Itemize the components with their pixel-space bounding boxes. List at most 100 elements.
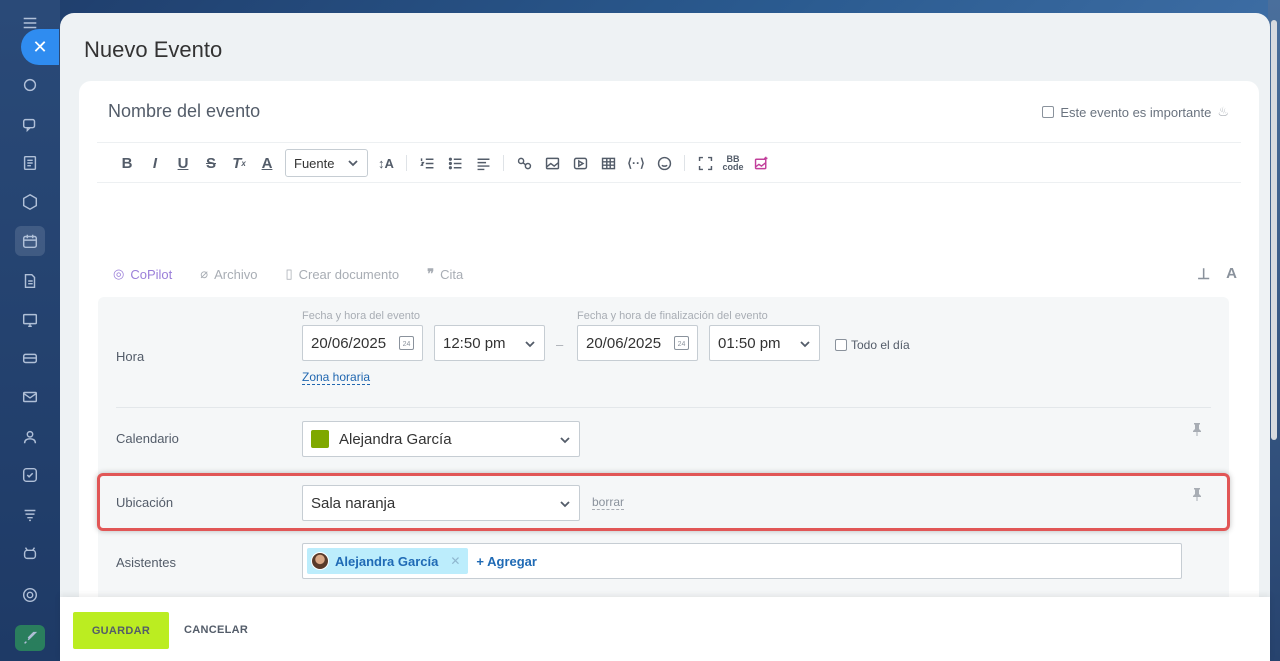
event-slider-panel: Nuevo Evento Nombre del evento Este even… [60, 13, 1270, 661]
text-format-icon[interactable]: A [1226, 265, 1237, 283]
strikethrough-button[interactable]: S [197, 149, 225, 177]
important-checkbox[interactable] [1042, 106, 1055, 118]
pin-icon[interactable]: ⊥ [1197, 265, 1210, 283]
table-button[interactable] [594, 149, 622, 177]
editor-toolbar: B I U S Tx A Fuente ↕A ⟨··⟩ BB code [113, 149, 775, 177]
attendees-field[interactable]: Alejandra García ✕ + Agregar [302, 543, 1182, 579]
calendar-color-swatch [311, 430, 329, 448]
divider [97, 182, 1241, 183]
underline-button[interactable]: U [169, 149, 197, 177]
toolbar-separator [503, 155, 504, 171]
chevron-down-icon [524, 337, 536, 349]
documents-icon[interactable] [19, 270, 41, 292]
clear-format-button[interactable]: Tx [225, 149, 253, 177]
start-datetime-label: Fecha y hora del evento [302, 310, 421, 322]
chat-icon[interactable] [19, 114, 41, 136]
row-divider [116, 407, 1211, 408]
italic-button[interactable]: I [141, 149, 169, 177]
add-attendee-button[interactable]: + Agregar [476, 554, 537, 569]
time-range-dash: – [556, 337, 564, 352]
marketplace-icon[interactable] [19, 542, 41, 564]
toolbar-separator [684, 155, 685, 171]
font-size-button[interactable]: ↕A [372, 149, 400, 177]
attendee-name: Alejandra García [335, 553, 439, 569]
automation-icon[interactable] [19, 504, 41, 526]
shop-icon[interactable] [19, 347, 41, 369]
form-footer: GUARDAR CANCELAR [60, 597, 1270, 661]
file-button[interactable]: ⌀ Archivo [200, 266, 257, 282]
align-button[interactable] [469, 149, 497, 177]
calendar-icon: 24 [674, 336, 689, 350]
start-time-select[interactable]: 12:50 pm [434, 325, 545, 361]
pin-icon[interactable] [1190, 422, 1204, 439]
chevron-down-icon [347, 157, 359, 169]
cancel-button[interactable]: CANCELAR [184, 624, 248, 636]
font-select-value: Fuente [294, 155, 335, 171]
quote-button[interactable]: ❞ Cita [427, 266, 463, 282]
image-button[interactable] [538, 149, 566, 177]
all-day-label: Todo el día [851, 338, 910, 352]
emoji-button[interactable] [650, 149, 678, 177]
end-datetime-label: Fecha y hora de finalización del evento [577, 310, 768, 322]
location-highlight-frame [97, 473, 1230, 531]
page-title: Nuevo Evento [84, 37, 223, 62]
timezone-link[interactable]: Zona horaria [302, 370, 371, 385]
close-slider-button[interactable]: ✕ [21, 29, 59, 65]
tasks-icon[interactable] [19, 464, 41, 486]
calendar-select[interactable]: Alejandra García [302, 421, 580, 457]
document-icon: ▯ [285, 266, 293, 281]
fullscreen-button[interactable] [691, 149, 719, 177]
attach-right-tools: ⊥ A [1197, 265, 1237, 283]
time-label: Hora [116, 349, 145, 364]
chevron-down-icon [799, 337, 811, 349]
copilot-icon[interactable] [19, 74, 41, 96]
video-button[interactable] [566, 149, 594, 177]
rocket-icon[interactable] [15, 625, 45, 651]
end-date-field[interactable]: 20/06/2025 24 [577, 325, 698, 361]
settings-icon[interactable] [19, 584, 41, 606]
create-document-button[interactable]: ▯ Crear documento [285, 266, 399, 282]
bulleted-list-button[interactable] [441, 149, 469, 177]
start-date-field[interactable]: 20/06/2025 24 [302, 325, 423, 361]
quote-icon: ❞ [427, 266, 435, 281]
mail-icon[interactable] [19, 386, 41, 408]
all-day-toggle[interactable]: Todo el día [835, 338, 910, 352]
app-sidebar [0, 0, 60, 661]
attendees-label: Asistentes [116, 555, 176, 570]
calendar-nav-icon[interactable] [15, 226, 45, 256]
end-date-value: 20/06/2025 [586, 334, 662, 352]
copilot-button[interactable]: ◎ CoPilot [113, 266, 172, 282]
copilot-label: CoPilot [130, 266, 173, 282]
crm-icon[interactable] [19, 191, 41, 213]
important-toggle[interactable]: Este evento es importante ♨ [1042, 104, 1229, 120]
employees-icon[interactable] [19, 426, 41, 448]
attach-bar: ◎ CoPilot ⌀ Archivo ▯ Crear documento ❞ … [113, 266, 463, 282]
flame-icon: ♨ [1217, 104, 1229, 119]
sites-icon[interactable] [19, 309, 41, 331]
code-button[interactable]: ⟨··⟩ [622, 149, 650, 177]
scrollbar[interactable] [1271, 20, 1277, 440]
important-label: Este evento es importante [1060, 104, 1212, 120]
event-form-card: Nombre del evento Este evento es importa… [79, 81, 1259, 661]
close-icon: ✕ [32, 36, 48, 57]
bbcode-button[interactable]: BB code [719, 149, 747, 177]
feed-icon[interactable] [19, 152, 41, 174]
calendar-icon: 24 [399, 336, 414, 350]
remove-attendee-icon[interactable]: ✕ [450, 554, 460, 568]
end-time-select[interactable]: 01:50 pm [709, 325, 820, 361]
font-select[interactable]: Fuente [285, 149, 368, 177]
create-document-label: Crear documento [298, 266, 400, 282]
paperclip-icon: ⌀ [200, 266, 209, 281]
all-day-checkbox[interactable] [835, 339, 847, 351]
text-color-button[interactable]: A [253, 149, 281, 177]
link-button[interactable] [510, 149, 538, 177]
save-button[interactable]: GUARDAR [73, 612, 169, 649]
divider [97, 142, 1241, 143]
numbered-list-button[interactable] [413, 149, 441, 177]
ai-image-button[interactable] [747, 149, 775, 177]
calendar-value: Alejandra García [339, 430, 452, 448]
quote-label: Cita [440, 266, 464, 282]
bold-button[interactable]: B [113, 149, 141, 177]
file-label: Archivo [214, 266, 258, 282]
event-name-input[interactable]: Nombre del evento [108, 101, 260, 122]
